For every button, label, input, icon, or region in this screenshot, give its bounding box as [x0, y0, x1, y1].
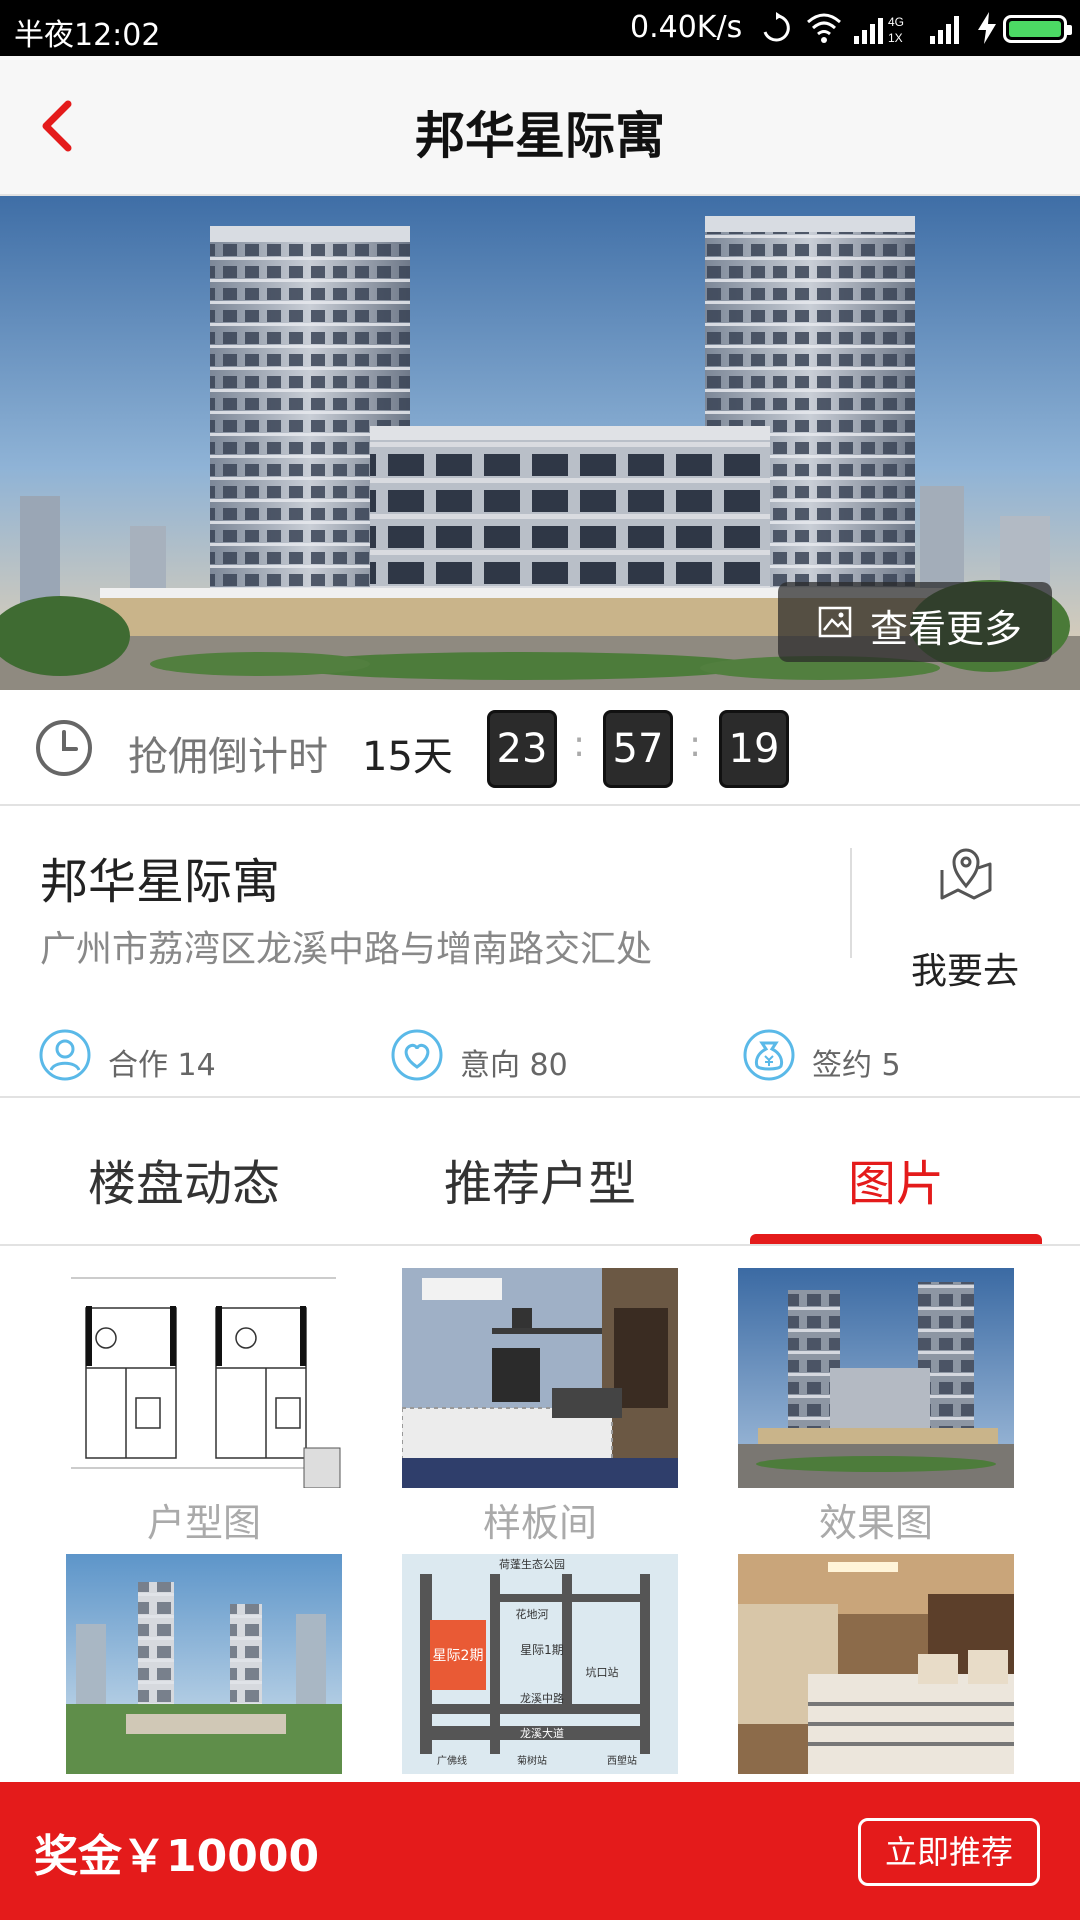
gallery-item-rendering[interactable] — [738, 1268, 1014, 1488]
commission-countdown: 抢佣倒计时 15天 23 : 57 : 19 — [0, 690, 1080, 806]
tab-bar: 楼盘动态 推荐户型 图片 — [0, 1100, 1080, 1246]
rendering-image — [738, 1268, 1014, 1488]
tab-project-news[interactable]: 楼盘动态 — [4, 1144, 364, 1214]
project-info: 邦华星际寓 广州市荔湾区龙溪中路与增南路交汇处 我要去 合作 14 意向 80 — [0, 808, 1080, 1098]
view-more-label: 查看更多 — [870, 607, 1023, 651]
countdown-days: 15天 — [362, 734, 453, 780]
bonus-amount: 奖金￥10000 — [34, 1831, 320, 1882]
recommend-now-button[interactable]: 立即推荐 — [858, 1818, 1040, 1886]
stat-intention-text: 意向 80 — [460, 1048, 568, 1083]
countdown-separator: : — [689, 724, 702, 765]
floorplan-image — [71, 1277, 341, 1488]
clock-icon — [36, 720, 92, 776]
map-label-longxi-road: 龙溪中路 — [520, 1692, 564, 1705]
tab-recommended-layouts[interactable]: 推荐户型 — [360, 1144, 720, 1214]
stat-signed-text: 签约 5 — [812, 1048, 901, 1083]
stat-cooperation-text: 合作 14 — [108, 1048, 216, 1083]
bedroom-image — [738, 1554, 1014, 1774]
battery-fill — [1009, 21, 1061, 37]
gallery-label-rendering: 效果图 — [818, 1501, 933, 1545]
wifi-icon — [807, 13, 841, 43]
view-more-button[interactable]: 查看更多 — [778, 582, 1052, 662]
project-name: 邦华星际寓 — [40, 854, 281, 910]
bottom-action-bar: 奖金￥10000 立即推荐 — [0, 1782, 1080, 1920]
map-label-huadihe: 花地河 — [516, 1608, 549, 1621]
heart-icon — [391, 1029, 443, 1081]
signal-icon — [930, 16, 959, 44]
picture-icon — [818, 606, 852, 638]
sync-icon — [763, 12, 790, 42]
map-label-line: 广佛线 — [437, 1754, 467, 1767]
map-label-phase1: 星际1期 — [520, 1643, 564, 1657]
picture-gallery: 户型图 样板间 效果图 星际2期 星际1期 荷蓬生态公园 花地河 龙溪中路 龙溪… — [0, 1248, 1080, 1782]
gallery-label-floorplan: 户型图 — [146, 1501, 261, 1545]
gallery-item-aerial[interactable] — [66, 1554, 342, 1774]
map-label-park: 荷蓬生态公园 — [499, 1557, 565, 1571]
gallery-item-location-map[interactable]: 星际2期 星际1期 荷蓬生态公园 花地河 龙溪中路 龙溪大道 坑口站 广佛线 菊… — [402, 1554, 678, 1774]
aerial-image — [66, 1554, 342, 1774]
battery-tip — [1067, 25, 1072, 35]
gallery-label-sample-room: 样板间 — [482, 1501, 597, 1545]
person-icon — [39, 1029, 91, 1081]
map-label-longxi-ave: 龙溪大道 — [520, 1726, 564, 1740]
gallery-item-bedroom[interactable] — [738, 1554, 1014, 1774]
location-map-image: 星际2期 星际1期 荷蓬生态公园 花地河 龙溪中路 龙溪大道 坑口站 广佛线 菊… — [402, 1554, 678, 1774]
gallery-item-floorplan[interactable] — [66, 1268, 342, 1488]
nav-bar: 邦华星际寓 — [0, 56, 1080, 196]
page-title: 邦华星际寓 — [415, 107, 665, 165]
navigate-button[interactable]: 我要去 — [880, 838, 1050, 992]
divider — [850, 848, 852, 958]
network-label-1x: 1X — [888, 31, 903, 44]
countdown-hours: 23 — [487, 710, 557, 788]
countdown-minutes: 57 — [603, 710, 673, 788]
map-label-station: 坑口站 — [586, 1665, 619, 1679]
countdown-separator: : — [573, 724, 586, 765]
network-label-4g: 4G — [888, 15, 904, 29]
battery-icon — [1003, 15, 1072, 43]
map-label-station2: 菊树站 — [517, 1754, 547, 1767]
countdown-label: 抢佣倒计时 — [128, 734, 328, 780]
hero-image[interactable]: 查看更多 — [0, 196, 1080, 690]
charging-icon — [978, 12, 996, 44]
tab-pictures[interactable]: 图片 — [716, 1144, 1076, 1214]
map-label-station3: 西塱站 — [607, 1754, 637, 1767]
navigate-label: 我要去 — [910, 951, 1019, 992]
gallery-item-sample-room[interactable] — [402, 1268, 678, 1488]
project-address: 广州市荔湾区龙溪中路与增南路交汇处 — [40, 929, 653, 970]
status-time: 半夜12:02 — [14, 18, 161, 53]
signal-4g-icon: 4G 1X — [854, 15, 904, 44]
status-bar: 半夜12:02 0.40K/s 4G 1X — [0, 0, 1080, 56]
map-pin-icon — [940, 848, 992, 900]
countdown-seconds: 19 — [719, 710, 789, 788]
active-tab-indicator — [750, 1234, 1042, 1244]
money-bag-icon — [743, 1029, 795, 1081]
network-speed: 0.40K/s — [630, 10, 743, 45]
map-label-phase2: 星际2期 — [433, 1648, 484, 1664]
sample-room-image — [402, 1268, 678, 1488]
